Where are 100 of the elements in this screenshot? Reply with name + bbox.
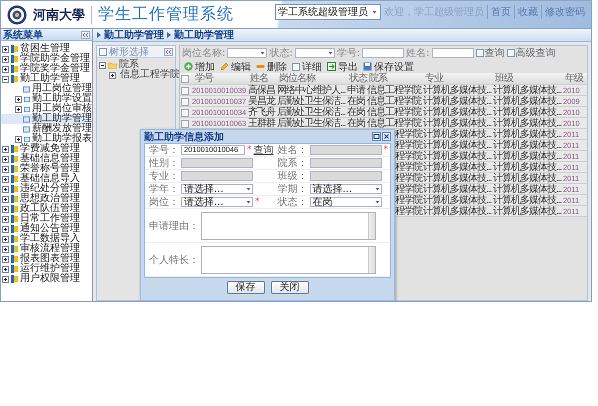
scrollbar[interactable]: [368, 212, 375, 238]
menu-label[interactable]: 基础信息管理: [20, 154, 80, 164]
column-header[interactable]: 专业: [423, 73, 443, 84]
menu-label[interactable]: 学院奖学金管理: [20, 64, 90, 74]
tree-node-label[interactable]: 院系: [119, 60, 139, 70]
menu-item[interactable]: 薪酬发放管理: [1, 124, 92, 134]
input-field[interactable]: [310, 171, 382, 181]
caret-icon[interactable]: [326, 49, 334, 57]
menu-label[interactable]: 学院助学金管理: [20, 54, 90, 64]
select-field[interactable]: 请选择...: [181, 184, 253, 194]
column-header[interactable]: 姓名: [248, 73, 268, 84]
search-button[interactable]: 查询: [476, 46, 504, 60]
field-label: 班级：: [276, 170, 308, 183]
select-field[interactable]: 请选择...: [181, 197, 253, 207]
breadcrumb-item[interactable]: 勤工助学管理: [174, 28, 234, 42]
column-header[interactable]: 院系: [367, 73, 387, 84]
filter-input[interactable]: [432, 48, 474, 58]
toolbar-button[interactable]: 编辑: [220, 60, 251, 74]
maximize-icon[interactable]: [372, 132, 381, 141]
menu-label[interactable]: 贫困生管理: [20, 44, 70, 54]
input-field[interactable]: [310, 145, 382, 155]
advanced-search-button[interactable]: 高级查询: [506, 46, 556, 60]
menu-label[interactable]: 通知公告管理: [20, 224, 80, 234]
menu-label[interactable]: 报表图表管理: [20, 254, 80, 264]
select-field[interactable]: 请选择...: [310, 184, 382, 194]
expand-icon[interactable]: [2, 206, 9, 212]
column-header[interactable]: 班级: [493, 73, 513, 84]
input-field[interactable]: [310, 158, 382, 168]
role-select[interactable]: 学工系统超级管理员: [275, 4, 381, 20]
checkbox[interactable]: [181, 86, 189, 94]
checkbox[interactable]: [181, 108, 189, 116]
menu-label[interactable]: 违纪处分管理: [20, 184, 80, 194]
collapse-panel-icon[interactable]: [81, 30, 90, 38]
collapse-panel-icon[interactable]: [164, 48, 173, 56]
input-field[interactable]: [181, 171, 253, 181]
checkbox[interactable]: [181, 98, 189, 106]
menu-label[interactable]: 用户权限管理: [20, 274, 80, 284]
select-field[interactable]: 在岗: [310, 197, 382, 207]
expand-icon[interactable]: [15, 136, 22, 142]
menu-item[interactable]: 勤工助学设置: [1, 94, 92, 104]
column-header[interactable]: 岗位名称: [277, 73, 315, 84]
expand-icon[interactable]: [2, 236, 9, 242]
menu-label[interactable]: 勤工助学设置: [32, 94, 92, 104]
expand-icon[interactable]: [15, 106, 22, 112]
menu-label[interactable]: 思想政治管理: [20, 194, 80, 204]
collapse-icon[interactable]: [99, 62, 106, 68]
menu-label[interactable]: 勤工助学管理: [20, 74, 80, 84]
menu-label[interactable]: 用工岗位审核: [32, 104, 92, 114]
expand-icon[interactable]: [15, 96, 22, 102]
menu-item[interactable]: 用工岗位管理: [1, 84, 92, 94]
close-icon[interactable]: [382, 132, 391, 141]
menu-label[interactable]: 运行维护管理: [20, 264, 80, 274]
menu-label[interactable]: 基础信息导入: [20, 174, 80, 184]
toolbar-button[interactable]: 详细: [292, 60, 322, 74]
expand-icon[interactable]: [109, 72, 116, 78]
expand-icon[interactable]: [2, 226, 9, 232]
column-header[interactable]: 学号: [192, 73, 213, 84]
menu-item[interactable]: 勤工助学管理: [1, 114, 92, 124]
expand-icon[interactable]: [2, 146, 9, 152]
expand-icon[interactable]: [2, 46, 9, 52]
menu-label[interactable]: 日常工作管理: [20, 214, 80, 224]
menu-item[interactable]: 用工岗位审核: [1, 104, 92, 114]
expand-icon[interactable]: [2, 186, 9, 192]
expand-icon[interactable]: [2, 166, 9, 172]
checkbox[interactable]: [181, 74, 189, 82]
caret-icon[interactable]: [259, 49, 266, 57]
menu-label[interactable]: 审核流程管理: [20, 244, 80, 254]
expand-icon[interactable]: [2, 66, 9, 72]
breadcrumb-item[interactable]: 勤工助学管理: [104, 28, 164, 42]
menu-label[interactable]: 勤工助学报表: [32, 134, 92, 144]
scrollbar[interactable]: [368, 246, 375, 272]
expand-icon[interactable]: [2, 216, 9, 222]
input-field[interactable]: [181, 158, 253, 168]
menu-label[interactable]: 学费减免管理: [20, 144, 80, 154]
expand-icon[interactable]: [2, 176, 9, 182]
menu-label[interactable]: 政工队伍管理: [20, 204, 80, 214]
query-link[interactable]: 查询: [254, 143, 274, 157]
expand-icon[interactable]: [2, 256, 9, 262]
menu-label[interactable]: 学工数据导入: [20, 234, 80, 244]
menu-label[interactable]: 薪酬发放管理: [32, 124, 92, 134]
menu-label[interactable]: 勤工助学管理: [32, 114, 92, 124]
menu-item[interactable]: 勤工助学报表: [1, 134, 92, 144]
toolbar-button[interactable]: 删除: [256, 60, 287, 74]
close-button[interactable]: 关闭: [270, 281, 308, 294]
filter-input[interactable]: [362, 48, 404, 58]
expand-icon[interactable]: [2, 276, 9, 282]
toolbar-button[interactable]: 导出: [327, 60, 358, 74]
expand-icon[interactable]: [2, 156, 9, 162]
expand-icon[interactable]: [2, 196, 9, 202]
expand-icon[interactable]: [2, 56, 9, 62]
column-header[interactable]: 状态: [347, 73, 367, 84]
expand-icon[interactable]: [2, 246, 9, 252]
menu-label[interactable]: 用工岗位管理: [32, 84, 92, 94]
checkbox[interactable]: [181, 120, 189, 128]
column-header[interactable]: 年级: [563, 73, 583, 84]
menu-label[interactable]: 荣誉称号管理: [20, 164, 80, 174]
expand-icon[interactable]: [2, 266, 9, 272]
save-button[interactable]: 保存: [226, 281, 264, 294]
collapse-icon[interactable]: [2, 76, 9, 82]
caret-icon[interactable]: [371, 8, 378, 16]
